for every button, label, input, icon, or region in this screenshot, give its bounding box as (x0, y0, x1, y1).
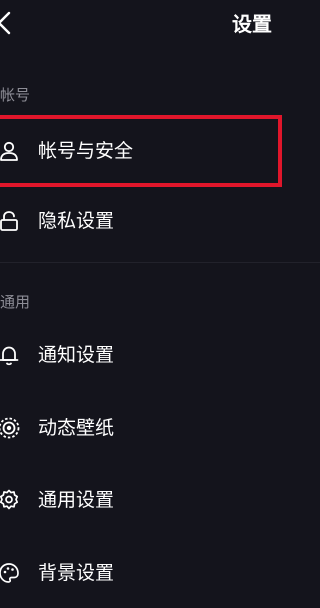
privacy-settings-item[interactable]: 隐私设置 (0, 196, 320, 248)
live-wallpaper-icon (0, 416, 21, 440)
user-icon (0, 139, 21, 163)
bell-icon (0, 343, 21, 367)
palette-icon (0, 561, 21, 585)
live-wallpaper-item[interactable]: 动态壁纸 (0, 403, 320, 455)
notification-settings-item[interactable]: 通知设置 (0, 330, 320, 382)
lock-icon (0, 209, 21, 233)
general-settings-item[interactable]: 通用设置 (0, 475, 320, 527)
section-title-account: 帐号 (0, 86, 31, 104)
general-settings-label: 通用设置 (38, 489, 115, 511)
header: 设置 (0, 0, 320, 50)
live-wallpaper-label: 动态壁纸 (38, 417, 115, 439)
page-title: 设置 (232, 12, 272, 36)
section-title-general: 通用 (0, 293, 31, 311)
background-settings-item[interactable]: 背景设置 (0, 548, 320, 600)
chevron-left-icon[interactable] (0, 11, 12, 35)
privacy-settings-label: 隐私设置 (38, 210, 115, 232)
background-settings-label: 背景设置 (38, 562, 115, 584)
account-security-label: 帐号与安全 (38, 140, 134, 162)
gear-icon (0, 488, 21, 512)
notification-settings-label: 通知设置 (38, 344, 115, 366)
account-security-item[interactable]: 帐号与安全 (0, 126, 320, 178)
section-divider (0, 262, 320, 263)
